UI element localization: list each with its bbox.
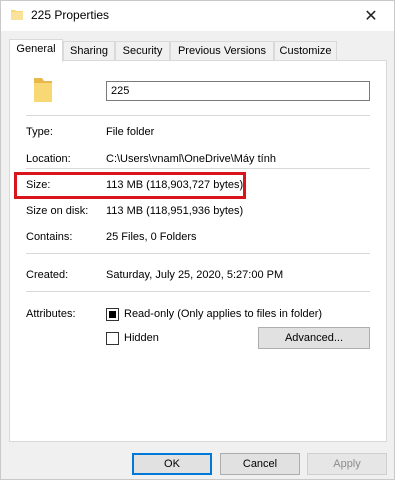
size-on-disk-value: 113 MB (118,951,936 bytes) bbox=[106, 205, 244, 217]
general-panel: Type: File folder Location: C:\Users\vna… bbox=[9, 60, 387, 442]
attributes-label: Attributes: bbox=[26, 308, 76, 320]
tab-previous-versions[interactable]: Previous Versions bbox=[170, 41, 274, 61]
close-button[interactable]: ✕ bbox=[348, 1, 394, 31]
created-value: Saturday, July 25, 2020, 5:27:00 PM bbox=[106, 269, 284, 281]
contains-value: 25 Files, 0 Folders bbox=[106, 231, 197, 243]
close-icon: ✕ bbox=[364, 8, 378, 25]
tab-sharing[interactable]: Sharing bbox=[63, 41, 115, 61]
title-bar: 225 Properties ✕ bbox=[1, 1, 394, 31]
folder-icon bbox=[11, 9, 23, 20]
location-value: C:\Users\vnaml\OneDrive\Máy tính bbox=[106, 153, 276, 165]
window-title: 225 Properties bbox=[31, 8, 110, 22]
readonly-checkbox-label: Read-only (Only applies to files in fold… bbox=[124, 308, 323, 320]
divider bbox=[26, 115, 370, 116]
apply-button[interactable]: Apply bbox=[307, 453, 387, 475]
hidden-checkbox[interactable] bbox=[106, 332, 119, 345]
type-label: Type: bbox=[26, 126, 53, 138]
divider bbox=[26, 168, 370, 169]
size-label: Size: bbox=[26, 179, 51, 191]
folder-icon bbox=[32, 76, 54, 104]
divider bbox=[26, 253, 370, 254]
location-label: Location: bbox=[26, 153, 71, 165]
properties-dialog: 225 Properties ✕ General Sharing Securit… bbox=[0, 0, 395, 480]
size-value: 113 MB (118,903,727 bytes) bbox=[106, 179, 244, 191]
folder-name-input[interactable] bbox=[106, 81, 370, 101]
tab-strip: General Sharing Security Previous Versio… bbox=[9, 39, 389, 62]
size-on-disk-label: Size on disk: bbox=[26, 205, 89, 217]
ok-button[interactable]: OK bbox=[132, 453, 212, 475]
contains-label: Contains: bbox=[26, 231, 73, 243]
indeterminate-mark bbox=[109, 311, 116, 318]
tab-customize[interactable]: Customize bbox=[274, 41, 337, 61]
cancel-button[interactable]: Cancel bbox=[220, 453, 300, 475]
advanced-button[interactable]: Advanced... bbox=[258, 327, 370, 349]
tab-general[interactable]: General bbox=[9, 39, 63, 62]
hidden-checkbox-label: Hidden bbox=[124, 332, 159, 344]
divider bbox=[26, 291, 370, 292]
tab-security[interactable]: Security bbox=[115, 41, 170, 61]
type-value: File folder bbox=[106, 126, 155, 138]
created-label: Created: bbox=[26, 269, 69, 281]
readonly-checkbox[interactable] bbox=[106, 308, 119, 321]
